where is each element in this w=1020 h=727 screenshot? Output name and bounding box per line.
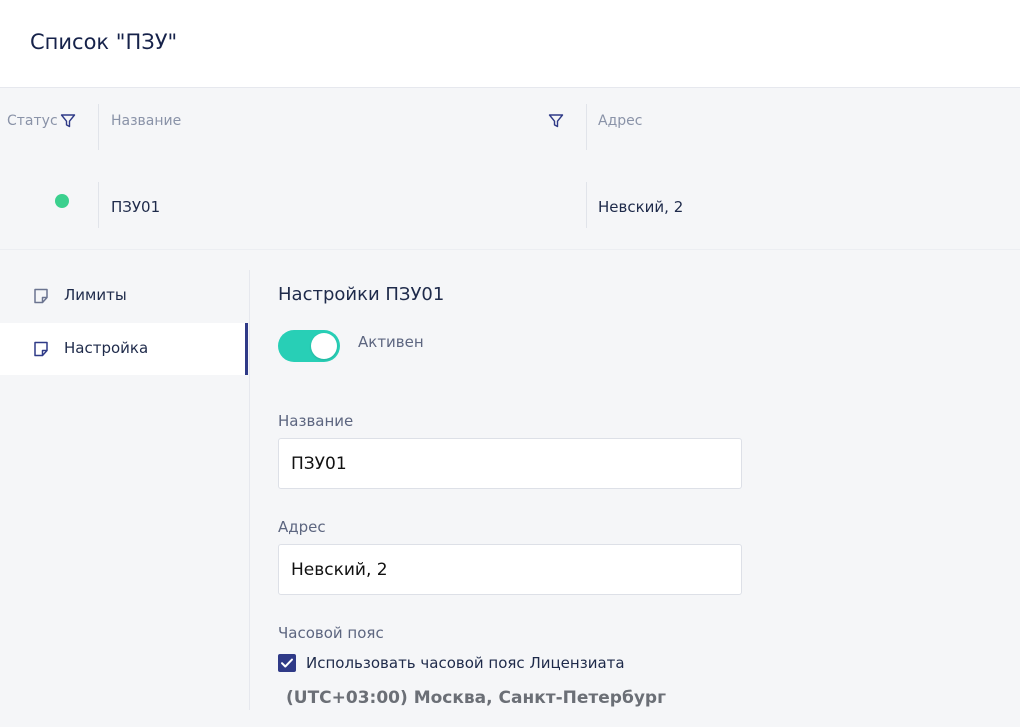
row-address: Невский, 2	[598, 198, 684, 216]
column-divider	[98, 104, 99, 150]
sidebar-item-limits[interactable]: Лимиты	[0, 270, 248, 322]
document-icon	[34, 288, 48, 304]
column-divider	[586, 104, 587, 150]
use-licensee-timezone-label[interactable]: Использовать часовой пояс Лицензиата	[306, 654, 625, 672]
page-title: Список "ПЗУ"	[30, 30, 178, 54]
check-icon	[281, 658, 293, 668]
pzu-table: Статус Название Адрес ПЗУ01 Невский, 2	[0, 88, 1020, 250]
address-field[interactable]	[278, 544, 742, 595]
filter-icon[interactable]	[548, 113, 564, 129]
details-sidebar: Лимиты Настройка	[0, 270, 250, 710]
column-header-name: Название	[111, 113, 182, 129]
section-title: Настройки ПЗУ01	[278, 284, 445, 305]
panel-divider	[249, 270, 250, 710]
page-header: Список "ПЗУ"	[0, 0, 1020, 88]
sidebar-item-label: Настройка	[64, 339, 149, 357]
active-toggle[interactable]	[278, 330, 340, 362]
status-indicator	[55, 194, 69, 208]
row-divider	[0, 249, 1020, 250]
timezone-label: Часовой пояс	[278, 624, 384, 642]
address-field-label: Адрес	[278, 518, 326, 536]
filter-icon[interactable]	[60, 113, 76, 129]
timezone-value: (UTC+03:00) Москва, Санкт-Петербург	[286, 688, 666, 708]
name-field[interactable]	[278, 438, 742, 489]
column-divider	[98, 182, 99, 228]
column-header-address: Адрес	[598, 113, 643, 129]
use-licensee-timezone-checkbox[interactable]	[278, 654, 296, 672]
sidebar-item-label: Лимиты	[64, 286, 127, 304]
column-header-status: Статус	[7, 113, 58, 129]
active-toggle-label: Активен	[358, 333, 424, 351]
name-field-label: Название	[278, 412, 354, 430]
column-divider	[586, 182, 587, 228]
sidebar-item-settings[interactable]: Настройка	[0, 323, 248, 375]
row-name: ПЗУ01	[111, 198, 161, 216]
toggle-knob	[311, 333, 337, 359]
document-icon	[34, 341, 48, 357]
